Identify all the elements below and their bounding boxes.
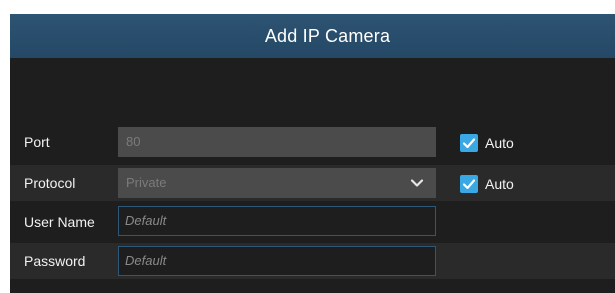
user-name-field[interactable]: Default	[118, 206, 436, 236]
port-auto-label: Auto	[485, 135, 514, 151]
checkmark-icon	[460, 175, 478, 193]
port-label: Port	[24, 134, 50, 150]
port-value: 80	[126, 134, 141, 149]
dialog-title-bar: Add IP Camera	[10, 14, 615, 58]
user-name-label: User Name	[24, 214, 95, 230]
protocol-auto-label: Auto	[485, 176, 514, 192]
user-name-row: User Name Default	[10, 204, 615, 240]
user-name-placeholder: Default	[125, 213, 167, 228]
protocol-auto-checkbox[interactable]: Auto	[460, 175, 514, 193]
checkmark-icon	[460, 134, 478, 152]
protocol-value: Private	[126, 175, 167, 190]
port-auto-checkbox[interactable]: Auto	[460, 134, 514, 152]
port-field[interactable]: 80	[118, 127, 436, 157]
protocol-label: Protocol	[24, 175, 76, 191]
port-row: Port 80 Auto	[10, 124, 615, 160]
password-field[interactable]: Default	[118, 246, 436, 276]
password-placeholder: Default	[125, 253, 167, 268]
dialog-title: Add IP Camera	[264, 25, 391, 46]
add-ip-camera-dialog: Add IP Camera Port 80 Auto Protocol Priv…	[10, 14, 615, 293]
password-row: Password Default	[10, 243, 615, 279]
password-label: Password	[24, 253, 86, 269]
chevron-down-icon	[410, 176, 424, 190]
protocol-row: Protocol Private Auto	[10, 165, 615, 201]
protocol-select[interactable]: Private	[118, 168, 436, 198]
